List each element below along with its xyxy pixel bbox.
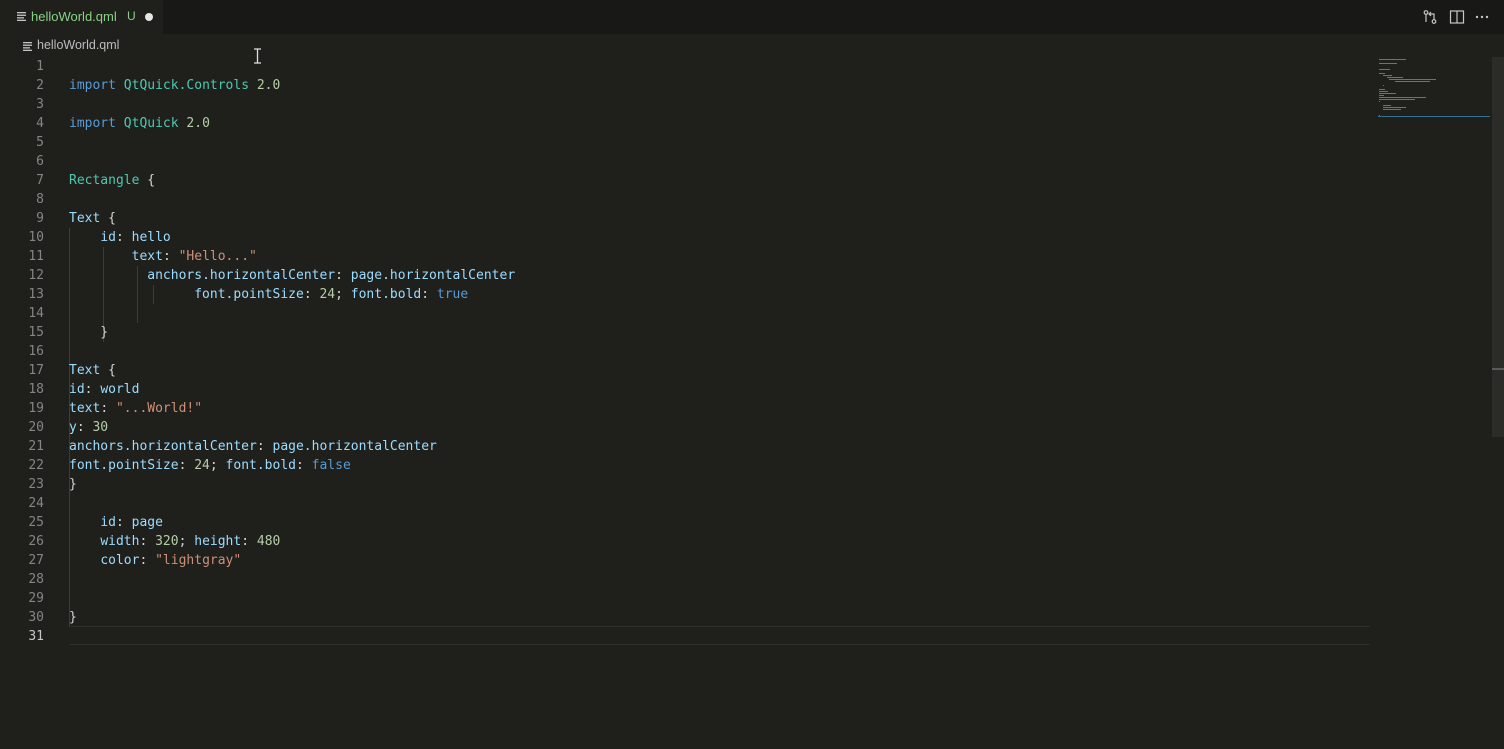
code-line[interactable]: width: 320; height: 480 bbox=[69, 532, 280, 551]
minimap-line bbox=[1379, 73, 1385, 74]
code-line[interactable]: text: "...World!" bbox=[69, 399, 202, 418]
minimap-line bbox=[1387, 77, 1403, 78]
line-number: 11 bbox=[28, 249, 44, 264]
minimap-line bbox=[1383, 109, 1401, 110]
line-number: 8 bbox=[36, 192, 44, 207]
more-actions-icon[interactable] bbox=[1474, 9, 1490, 25]
minimap-line bbox=[1379, 95, 1384, 96]
minimap-line bbox=[1379, 59, 1406, 60]
line-number: 14 bbox=[28, 306, 44, 321]
code-line[interactable]: anchors.horizontalCenter: page.horizonta… bbox=[69, 437, 437, 456]
line-number: 16 bbox=[28, 344, 44, 359]
line-number: 17 bbox=[28, 363, 44, 378]
minimap-line bbox=[1383, 85, 1384, 86]
line-number: 31 bbox=[28, 629, 44, 644]
file-lines-icon bbox=[23, 42, 32, 51]
code-editor[interactable]: 1 2 3 4 5 6 7 8 9 10 11 12 13 14 15 16 17 18 19 20 21 22 23 24 2… bbox=[0, 57, 1372, 749]
breadcrumb-filename: helloWorld.qml bbox=[37, 38, 120, 52]
line-number: 29 bbox=[28, 591, 44, 606]
code-line[interactable]: text: "Hello..." bbox=[69, 247, 257, 266]
line-number: 19 bbox=[28, 401, 44, 416]
open-changes-icon[interactable] bbox=[1422, 9, 1438, 25]
file-lines-icon bbox=[17, 12, 26, 21]
line-number: 1 bbox=[36, 59, 44, 74]
code-line[interactable]: } bbox=[69, 608, 77, 627]
code-line[interactable]: import QtQuick 2.0 bbox=[69, 114, 210, 133]
minimap-line bbox=[1383, 105, 1391, 106]
minimap-line bbox=[1395, 81, 1430, 82]
code-line[interactable]: anchors.horizontalCenter: page.horizonta… bbox=[69, 266, 515, 285]
minimap-line bbox=[1389, 79, 1436, 80]
minimap-line bbox=[1383, 107, 1406, 108]
line-number: 20 bbox=[28, 420, 44, 435]
code-line[interactable]: color: "lightgray" bbox=[69, 551, 241, 570]
line-number: 18 bbox=[28, 382, 44, 397]
line-number: 24 bbox=[28, 496, 44, 511]
line-number: 25 bbox=[28, 515, 44, 530]
minimap-line bbox=[1379, 63, 1397, 64]
current-line-highlight bbox=[69, 626, 1370, 645]
code-line[interactable]: } bbox=[69, 475, 77, 494]
tab-helloworld-qml[interactable]: helloWorld.qml U bbox=[0, 0, 163, 34]
code-line[interactable]: id: world bbox=[69, 380, 139, 399]
code-line[interactable]: id: page bbox=[69, 513, 163, 532]
code-line[interactable]: Rectangle { bbox=[69, 171, 155, 190]
line-number: 30 bbox=[28, 610, 44, 625]
line-number: 21 bbox=[28, 439, 44, 454]
minimap[interactable] bbox=[1376, 57, 1490, 119]
code-line[interactable]: } bbox=[69, 323, 108, 342]
line-number: 26 bbox=[28, 534, 44, 549]
minimap-line bbox=[1379, 101, 1380, 102]
code-line[interactable]: y: 30 bbox=[69, 418, 108, 437]
line-number: 22 bbox=[28, 458, 44, 473]
code-line[interactable]: Text { bbox=[69, 361, 116, 380]
line-number: 3 bbox=[36, 97, 44, 112]
code-line[interactable]: id: hello bbox=[69, 228, 170, 247]
minimap-line bbox=[1383, 75, 1392, 76]
code-line[interactable]: font.pointSize: 24; font.bold: false bbox=[69, 456, 351, 475]
minimap-line bbox=[1379, 91, 1388, 92]
split-editor-icon[interactable] bbox=[1449, 9, 1465, 25]
line-number: 6 bbox=[36, 154, 44, 169]
line-number: 27 bbox=[28, 553, 44, 568]
line-number: 23 bbox=[28, 477, 44, 492]
minimap-viewport bbox=[1378, 116, 1490, 117]
minimap-line bbox=[1379, 89, 1385, 90]
unsaved-dot-icon[interactable] bbox=[145, 13, 153, 21]
code-line[interactable]: font.pointSize: 24; font.bold: true bbox=[69, 285, 468, 304]
line-number: 28 bbox=[28, 572, 44, 587]
editor-tab-bar: helloWorld.qml U bbox=[0, 0, 1504, 34]
line-number: 5 bbox=[36, 135, 44, 150]
scrollbar-thumb[interactable] bbox=[1492, 57, 1504, 437]
tab-filename: helloWorld.qml bbox=[31, 9, 117, 24]
minimap-line bbox=[1379, 69, 1390, 70]
line-number: 15 bbox=[28, 325, 44, 340]
line-number: 9 bbox=[36, 211, 44, 226]
line-number: 10 bbox=[28, 230, 44, 245]
minimap-line bbox=[1379, 97, 1426, 98]
line-number: 12 bbox=[28, 268, 44, 283]
minimap-line bbox=[1379, 99, 1415, 100]
minimap-line bbox=[1379, 93, 1396, 94]
scrollbar-cursor-marker bbox=[1492, 368, 1504, 370]
line-number: 2 bbox=[36, 78, 44, 93]
code-line[interactable]: import QtQuick.Controls 2.0 bbox=[69, 76, 280, 95]
code-line[interactable]: Text { bbox=[69, 209, 116, 228]
line-number: 4 bbox=[36, 116, 44, 131]
git-untracked-badge: U bbox=[127, 9, 136, 23]
line-number: 13 bbox=[28, 287, 44, 302]
line-number: 7 bbox=[36, 173, 44, 188]
